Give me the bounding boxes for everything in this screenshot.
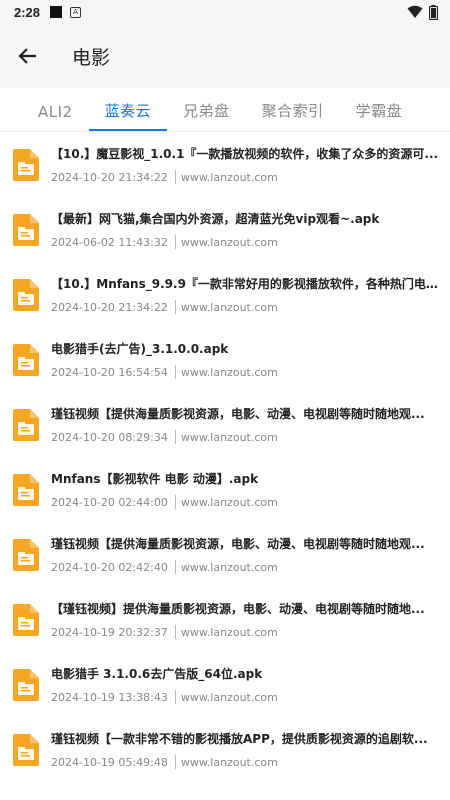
folder-file-icon	[13, 343, 39, 376]
list-item[interactable]: 瑾钰视频【一款非常不错的影视播放APP，提供质影视资源的追剧软... 2024-…	[0, 717, 450, 782]
list-item-meta: 2024-10-20 21:34:22 www.lanzout.com	[51, 300, 442, 314]
list-item[interactable]: 【10.】魔豆影视_1.0.1『一款播放视频的软件，收集了众多的资源可... 2…	[0, 132, 450, 197]
list-item-title: 电影猎手 3.1.0.6去广告版_64位.apk	[51, 667, 263, 681]
list-item-source: www.lanzout.com	[180, 560, 278, 574]
list-item-date: 2024-10-19 13:38:43	[51, 690, 168, 704]
tab-xiongdipan[interactable]: 兄弟盘	[167, 100, 246, 131]
list-item-title: 【10.】Mnfans_9.9.9『一款非常好用的影视播放软件，各种热门电视..…	[51, 277, 442, 291]
list-item-title: 瑾钰视频【一款非常不错的影视播放APP，提供质影视资源的追剧软...	[51, 732, 428, 746]
page-title: 电影	[72, 46, 111, 69]
list-item-date: 2024-10-19 05:49:48	[51, 755, 168, 769]
folder-file-icon	[13, 213, 39, 246]
list-item-date: 2024-10-20 16:54:54	[51, 365, 168, 379]
divider	[174, 495, 176, 509]
tab-lanzou[interactable]: 蓝奏云	[88, 100, 168, 131]
divider	[174, 690, 176, 704]
list-item-title: 【最新】网飞猫,集合国内外资源，超清蓝光免vip观看~.apk	[51, 212, 380, 226]
divider	[174, 560, 176, 574]
list-item[interactable]: 【10.】Mnfans_9.9.9『一款非常好用的影视播放软件，各种热门电视..…	[0, 262, 450, 327]
status-time: 2:28	[14, 4, 41, 20]
list-item[interactable]: 【瑾钰视频】提供海量质影视资源，电影、动漫、电视剧等随时随地... 2024-1…	[0, 587, 450, 652]
arrow-left-icon	[18, 48, 36, 64]
list-item[interactable]: 电影猎手(去广告)_3.1.0.0.apk 2024-10-20 16:54:5…	[0, 327, 450, 392]
folder-file-icon	[13, 148, 39, 181]
list-item-text: 【最新】网飞猫,集合国内外资源，超清蓝光免vip观看~.apk 2024-06-…	[51, 210, 450, 249]
app-bar: 电影	[0, 24, 450, 88]
battery-icon	[429, 4, 438, 20]
list-item-source: www.lanzout.com	[180, 170, 278, 184]
folder-file-icon	[13, 278, 39, 311]
list-item-date: 2024-10-20 08:29:34	[51, 430, 168, 444]
list-item-title: 电影猎手(去广告)_3.1.0.0.apk	[51, 342, 229, 356]
list-item-text: 【10.】魔豆影视_1.0.1『一款播放视频的软件，收集了众多的资源可... 2…	[51, 145, 450, 184]
list-item[interactable]: 【最新】网飞猫,集合国内外资源，超清蓝光免vip观看~.apk 2024-06-…	[0, 197, 450, 262]
list-item-title: 【10.】魔豆影视_1.0.1『一款播放视频的软件，收集了众多的资源可...	[51, 147, 439, 161]
list-item-text: Mnfans【影视软件 电影 动漫】.apk 2024-10-20 02:44:…	[51, 470, 450, 509]
list-item-source: www.lanzout.com	[180, 690, 278, 704]
file-list: 【10.】魔豆影视_1.0.1『一款播放视频的软件，收集了众多的资源可... 2…	[0, 132, 450, 782]
divider	[174, 625, 176, 639]
list-item-source: www.lanzout.com	[180, 495, 278, 509]
list-item[interactable]: 瑾钰视频【提供海量质影视资源，电影、动漫、电视剧等随时随地观... 2024-1…	[0, 392, 450, 457]
list-item-text: 【10.】Mnfans_9.9.9『一款非常好用的影视播放软件，各种热门电视..…	[51, 275, 450, 314]
list-item-meta: 2024-10-20 16:54:54 www.lanzout.com	[51, 365, 442, 379]
list-item-meta: 2024-10-20 08:29:34 www.lanzout.com	[51, 430, 442, 444]
tab-xuebapan[interactable]: 学霸盘	[340, 100, 419, 131]
divider	[174, 235, 176, 249]
list-item-meta: 2024-10-19 20:32:37 www.lanzout.com	[51, 625, 442, 639]
tab-ali2[interactable]: ALI2	[22, 103, 89, 131]
status-bar: 2:28 A	[0, 0, 450, 24]
list-item-title: Mnfans【影视软件 电影 动漫】.apk	[51, 472, 259, 486]
folder-file-icon	[13, 538, 39, 571]
list-item-date: 2024-10-20 21:34:22	[51, 300, 168, 314]
list-item-source: www.lanzout.com	[180, 625, 278, 639]
list-item[interactable]: Mnfans【影视软件 电影 动漫】.apk 2024-10-20 02:44:…	[0, 457, 450, 522]
list-item-source: www.lanzout.com	[180, 300, 278, 314]
list-item-meta: 2024-10-20 21:34:22 www.lanzout.com	[51, 170, 442, 184]
list-item-date: 2024-10-20 02:44:00	[51, 495, 168, 509]
list-item-source: www.lanzout.com	[180, 235, 278, 249]
folder-file-icon	[13, 473, 39, 506]
list-item-source: www.lanzout.com	[180, 365, 278, 379]
list-item-date: 2024-06-02 11:43:32	[51, 235, 168, 249]
list-item-text: 瑾钰视频【提供海量质影视资源，电影、动漫、电视剧等随时随地观... 2024-1…	[51, 405, 450, 444]
list-item-text: 瑾钰视频【提供海量质影视资源，电影、动漫、电视剧等随时随地观... 2024-1…	[51, 535, 450, 574]
divider	[174, 365, 176, 379]
divider	[174, 430, 176, 444]
list-item-title: 瑾钰视频【提供海量质影视资源，电影、动漫、电视剧等随时随地观...	[51, 407, 425, 421]
folder-file-icon	[13, 603, 39, 636]
list-item-meta: 2024-10-19 13:38:43 www.lanzout.com	[51, 690, 442, 704]
list-item-title: 【瑾钰视频】提供海量质影视资源，电影、动漫、电视剧等随时随地...	[51, 602, 425, 616]
list-item-text: 电影猎手 3.1.0.6去广告版_64位.apk 2024-10-19 13:3…	[51, 665, 450, 704]
list-item-source: www.lanzout.com	[180, 755, 278, 769]
list-item-meta: 2024-10-20 02:42:40 www.lanzout.com	[51, 560, 442, 574]
tab-juhe-suoyin[interactable]: 聚合索引	[246, 100, 340, 131]
list-item-meta: 2024-10-20 02:44:00 www.lanzout.com	[51, 495, 442, 509]
list-item-meta: 2024-06-02 11:43:32 www.lanzout.com	[51, 235, 442, 249]
notification-square-icon	[50, 6, 63, 18]
tab-bar: ALI2 蓝奏云 兄弟盘 聚合索引 学霸盘	[0, 88, 450, 132]
list-item[interactable]: 电影猎手 3.1.0.6去广告版_64位.apk 2024-10-19 13:3…	[0, 652, 450, 717]
back-button[interactable]	[16, 44, 40, 68]
list-item-title: 瑾钰视频【提供海量质影视资源，电影、动漫、电视剧等随时随地观...	[51, 537, 425, 551]
divider	[174, 755, 176, 769]
folder-file-icon	[13, 408, 39, 441]
folder-file-icon	[13, 733, 39, 766]
notification-a-icon: A	[70, 6, 82, 18]
list-item-date: 2024-10-20 02:42:40	[51, 560, 168, 574]
list-item-date: 2024-10-20 21:34:22	[51, 170, 168, 184]
divider	[174, 170, 176, 184]
list-item-text: 电影猎手(去广告)_3.1.0.0.apk 2024-10-20 16:54:5…	[51, 340, 450, 379]
wifi-icon	[407, 5, 423, 18]
list-item-source: www.lanzout.com	[180, 430, 278, 444]
folder-file-icon	[13, 668, 39, 701]
list-item-text: 【瑾钰视频】提供海量质影视资源，电影、动漫、电视剧等随时随地... 2024-1…	[51, 600, 450, 639]
divider	[174, 300, 176, 314]
list-item-text: 瑾钰视频【一款非常不错的影视播放APP，提供质影视资源的追剧软... 2024-…	[51, 730, 450, 769]
list-item[interactable]: 瑾钰视频【提供海量质影视资源，电影、动漫、电视剧等随时随地观... 2024-1…	[0, 522, 450, 587]
status-icons	[407, 4, 438, 20]
list-item-meta: 2024-10-19 05:49:48 www.lanzout.com	[51, 755, 442, 769]
list-item-date: 2024-10-19 20:32:37	[51, 625, 168, 639]
